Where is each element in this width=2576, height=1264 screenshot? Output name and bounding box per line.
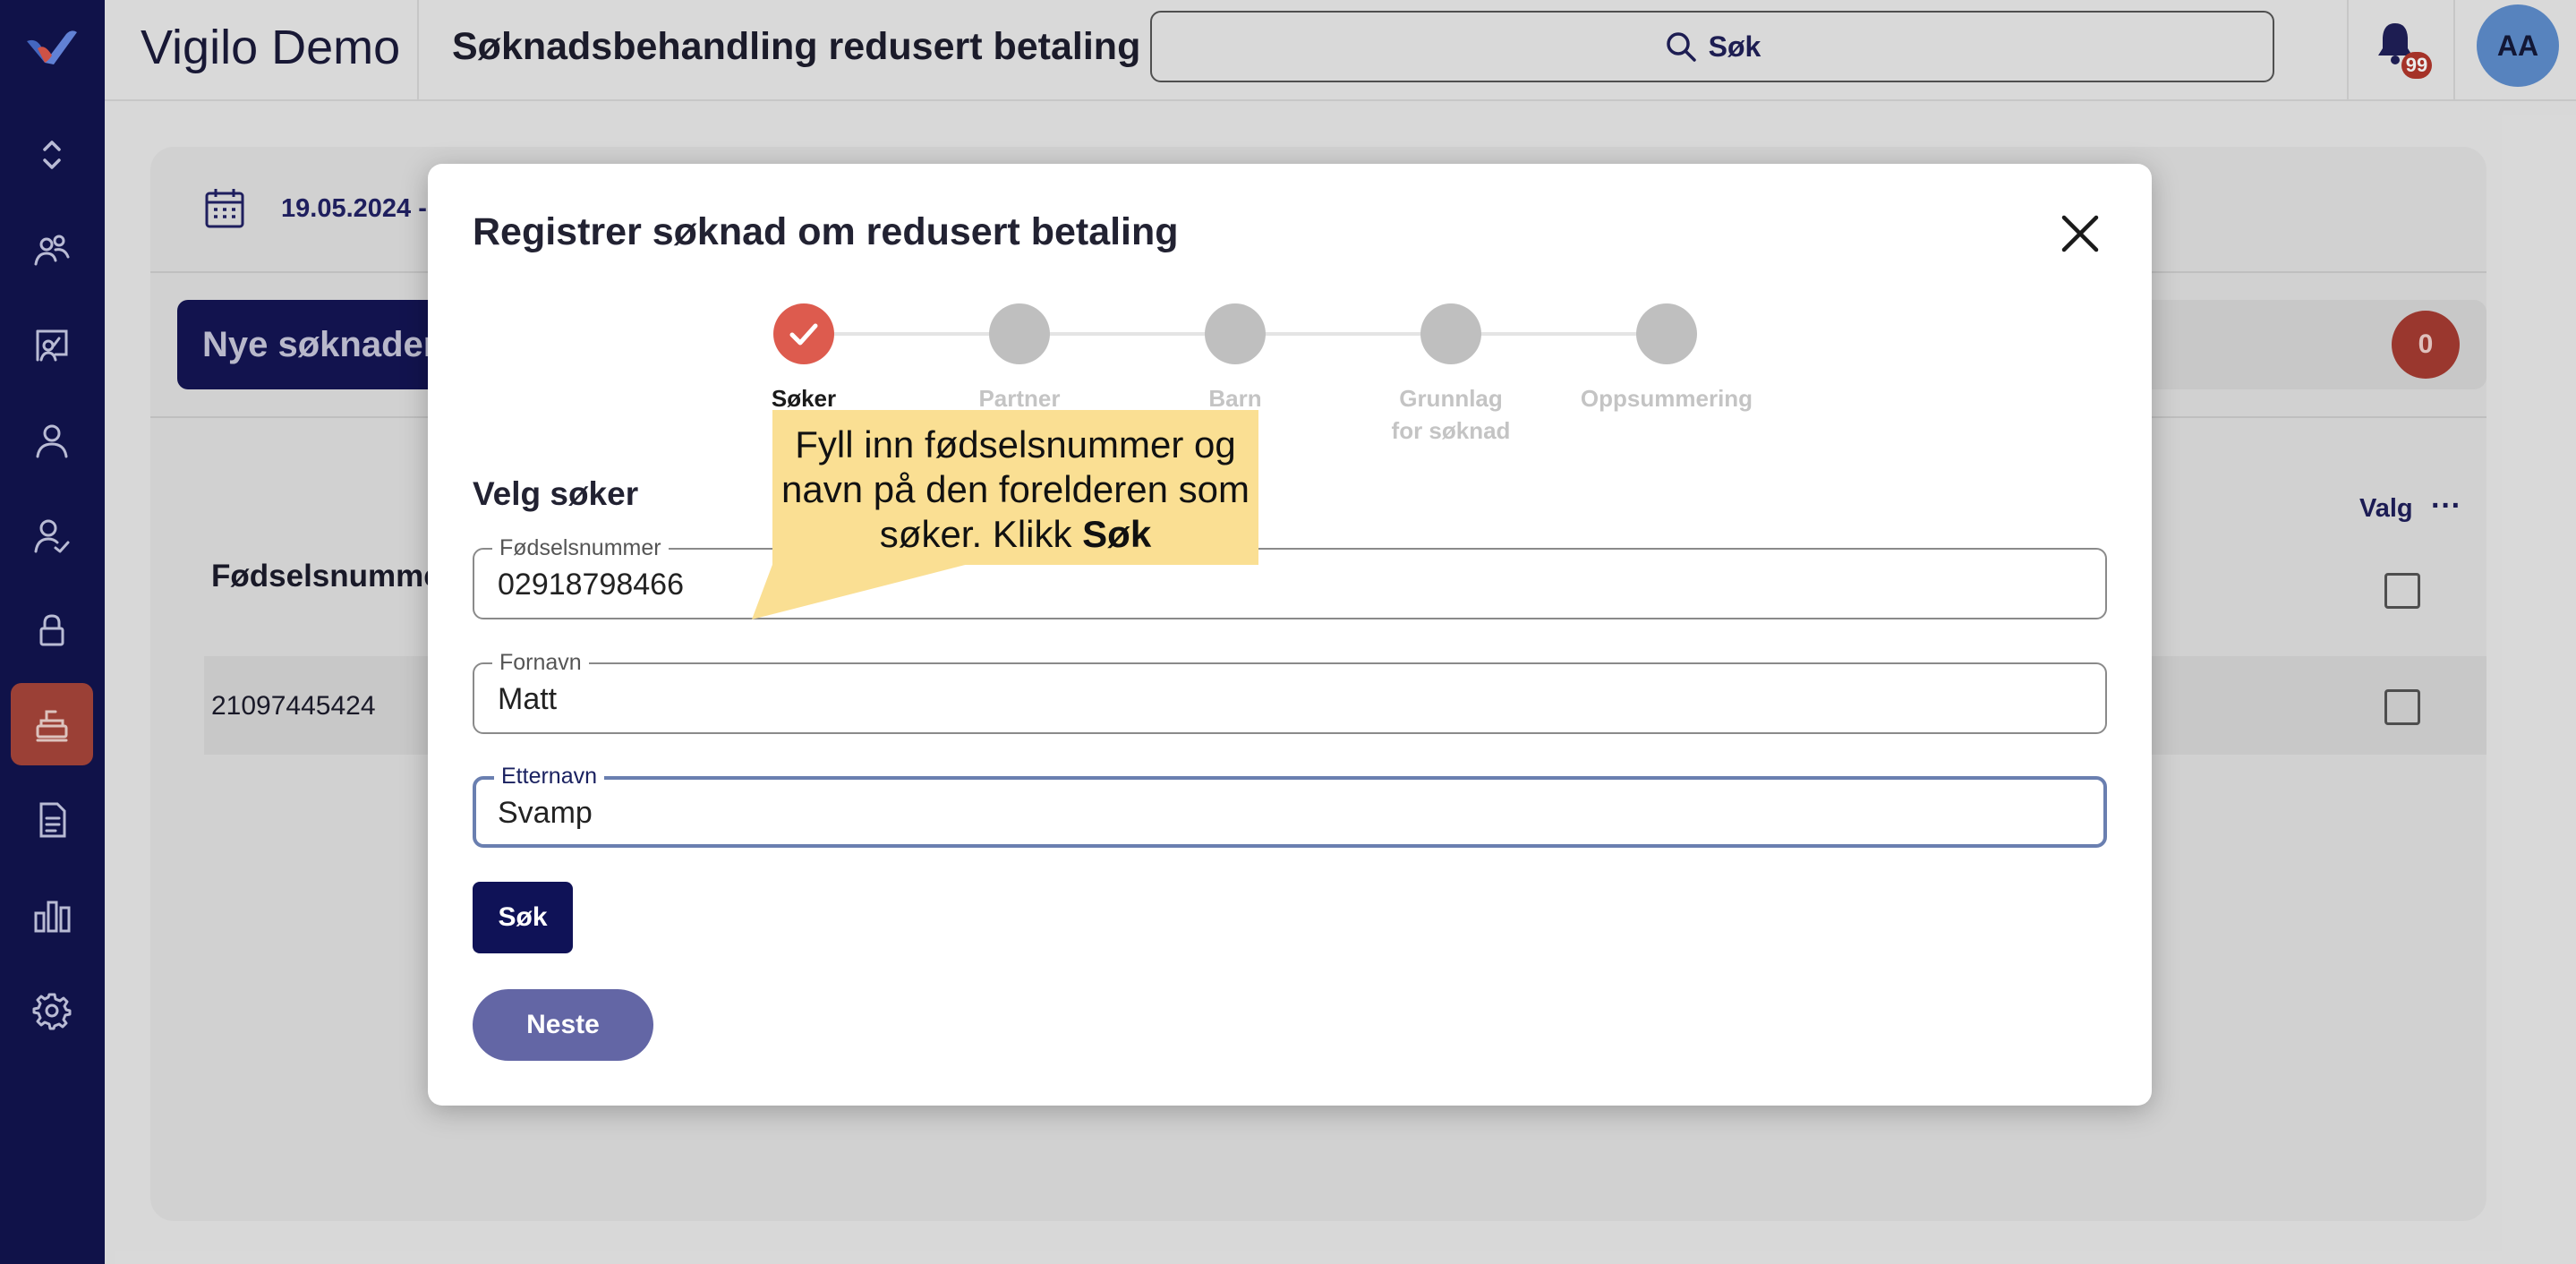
tooltip-bold-text: Søk [1082, 513, 1152, 555]
fodselsnummer-field[interactable]: Fødselsnummer 02918798466 [473, 535, 2107, 619]
close-icon [2061, 215, 2099, 252]
field-label: Fødselsnummer [492, 535, 669, 560]
step-label-grunnlag: Grunnlag for søknad [1391, 385, 1511, 444]
dialog-title: Registrer søknad om redusert betaling [473, 210, 1179, 253]
close-button[interactable] [2057, 210, 2103, 257]
search-button[interactable]: Søk [473, 882, 573, 953]
etternavn-field[interactable]: Etternavn Svamp [473, 764, 2107, 848]
fornavn-input[interactable]: Matt [498, 682, 557, 717]
register-application-dialog: Registrer søknad om redusert betaling Sø… [428, 164, 2152, 1106]
step-indicator-partner [989, 303, 1050, 364]
next-button[interactable]: Neste [473, 989, 653, 1061]
tooltip-text: Fyll inn fødselsnummer og navn på den fo… [781, 423, 1250, 555]
section-title: Velg søker [473, 475, 639, 512]
field-label: Etternavn [494, 764, 605, 789]
guide-tooltip: Fyll inn fødselsnummer og navn på den fo… [772, 410, 1258, 565]
tooltip-pointer [752, 562, 976, 619]
step-indicator-oppsummering [1636, 303, 1697, 364]
fornavn-field[interactable]: Fornavn Matt [473, 650, 2107, 734]
step-indicator-soker [773, 303, 834, 364]
step-indicator-barn [1205, 303, 1266, 364]
field-label: Fornavn [492, 650, 589, 675]
checkmark-icon [789, 323, 818, 346]
step-indicator-grunnlag [1420, 303, 1481, 364]
step-label-oppsummering: Oppsummering [1580, 385, 1753, 412]
fodselsnummer-input[interactable]: 02918798466 [498, 568, 684, 602]
etternavn-input[interactable]: Svamp [498, 796, 593, 831]
